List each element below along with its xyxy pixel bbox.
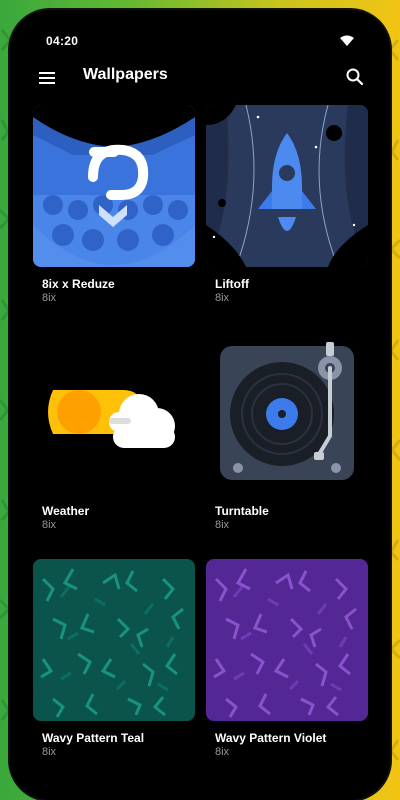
phone-screen: 04:20 Wallpapers 8ix x Reduze 8ix Liftof…	[10, 10, 390, 800]
status-bar: 04:20	[10, 10, 390, 54]
wallpaper-author: 8ix	[215, 292, 230, 304]
wallpaper-author: 8ix	[215, 519, 230, 531]
wallpaper-title: 8ix x Reduze	[42, 277, 115, 291]
wallpaper-card-liftoff[interactable]: Liftoff 8ix	[206, 105, 368, 304]
wallpaper-author: 8ix	[42, 746, 57, 758]
wallpaper-thumbnail	[33, 332, 195, 494]
wallpaper-card-wavy-violet[interactable]: Wavy Pattern Violet 8ix	[206, 559, 368, 758]
wallpaper-title: Wavy Pattern Teal	[42, 731, 145, 745]
search-button[interactable]	[344, 66, 366, 88]
wallpaper-thumbnail	[33, 559, 195, 721]
wallpaper-card-wavy-teal[interactable]: Wavy Pattern Teal 8ix	[33, 559, 195, 758]
wallpaper-author: 8ix	[42, 292, 57, 304]
app-bar: Wallpapers	[10, 60, 390, 100]
wallpaper-thumbnail	[206, 332, 368, 494]
menu-button[interactable]	[38, 68, 58, 88]
wallpaper-thumbnail	[206, 559, 368, 721]
wallpaper-card-reduze[interactable]: 8ix x Reduze 8ix	[33, 105, 195, 304]
wallpaper-card-weather[interactable]: Weather 8ix	[33, 332, 195, 531]
wallpaper-card-turntable[interactable]: Turntable 8ix	[206, 332, 368, 531]
wifi-icon	[340, 35, 354, 46]
wallpaper-title: Wavy Pattern Violet	[215, 731, 327, 745]
page-title: Wallpapers	[83, 66, 168, 83]
wallpaper-title: Turntable	[215, 504, 269, 518]
hamburger-menu-icon	[39, 72, 55, 84]
wallpaper-title: Liftoff	[215, 277, 249, 291]
status-time: 04:20	[46, 34, 79, 48]
wallpaper-thumbnail	[206, 105, 368, 267]
wallpaper-author: 8ix	[42, 519, 57, 531]
search-icon	[346, 68, 364, 86]
wallpaper-thumbnail	[33, 105, 195, 267]
wallpaper-author: 8ix	[215, 746, 230, 758]
wallpaper-title: Weather	[42, 504, 90, 518]
